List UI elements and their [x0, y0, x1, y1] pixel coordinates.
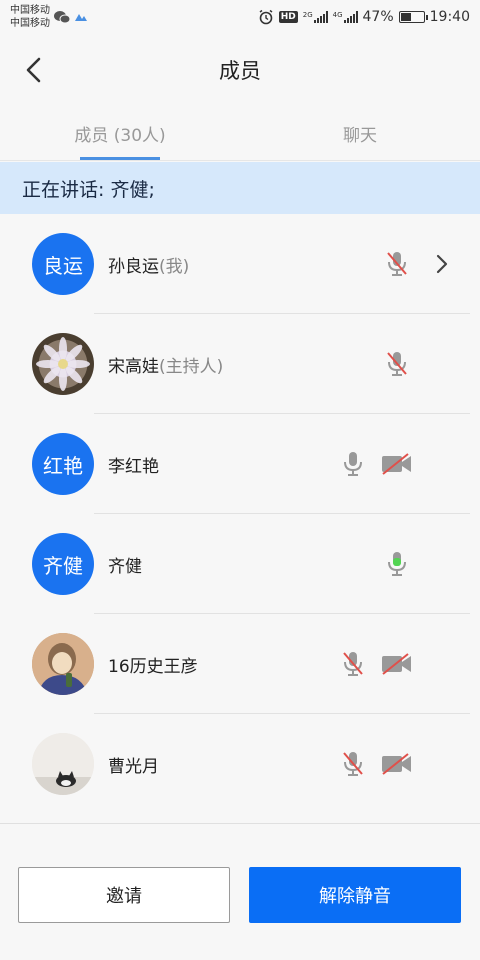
- member-name-text: 宋高娃: [108, 357, 159, 377]
- carrier-names: 中国移动 中国移动: [10, 4, 50, 30]
- status-right: HD 2G 4G 47% 19:40: [258, 9, 470, 25]
- signal-icon: [343, 11, 358, 23]
- speaking-text: 正在讲话: 齐健;: [22, 178, 155, 201]
- mic-muted-icon[interactable]: [339, 650, 367, 678]
- carrier-1: 中国移动: [10, 5, 50, 16]
- tabs-divider: [0, 160, 480, 161]
- member-row[interactable]: 良运 孙良运(我): [0, 214, 480, 314]
- status-bar: 中国移动 中国移动 HD 2G 4G 47% 19:40: [0, 0, 480, 34]
- member-row[interactable]: 齐健 齐健: [0, 514, 480, 614]
- bottom-bar: 邀请 解除静音: [0, 824, 480, 960]
- speaking-banner: 正在讲话: 齐健;: [0, 162, 480, 214]
- tab-bar: 成员 (30人) 聊天: [0, 106, 480, 160]
- member-name-text: 16历史王彦: [108, 657, 198, 677]
- tab-members[interactable]: 成员 (30人): [0, 106, 240, 160]
- camera-off-icon[interactable]: [380, 650, 414, 678]
- member-role: (主持人): [159, 357, 224, 377]
- tab-chat[interactable]: 聊天: [240, 106, 480, 160]
- avatar-cartoon-photo: [32, 633, 94, 695]
- camera-off-icon[interactable]: [380, 450, 414, 478]
- chevron-right-icon[interactable]: [428, 250, 456, 278]
- member-row[interactable]: 16历史王彦: [0, 614, 480, 714]
- member-row[interactable]: 宋高娃(主持人): [0, 314, 480, 414]
- member-name: 李红艳: [108, 452, 159, 477]
- header: 成员: [0, 34, 480, 106]
- member-name-text: 曹光月: [108, 757, 159, 777]
- network-2g-label: 2G: [302, 11, 313, 19]
- battery-icon: [398, 11, 428, 23]
- battery-percent: 47%: [362, 9, 394, 25]
- member-name-text: 孙良运: [108, 257, 159, 277]
- chevron-left-icon: [26, 57, 41, 83]
- mic-icon[interactable]: [339, 450, 367, 478]
- page-title: 成员: [219, 59, 261, 83]
- cloud-icon: [75, 14, 87, 21]
- member-name: 曹光月: [108, 752, 159, 777]
- member-name: 宋高娃(主持人): [108, 352, 223, 377]
- member-name: 孙良运(我): [108, 252, 189, 277]
- network-4g-label: 4G: [332, 11, 343, 19]
- member-name-text: 李红艳: [108, 457, 159, 477]
- status-left: 中国移动 中国移动: [10, 4, 88, 30]
- carrier-2: 中国移动: [10, 18, 50, 29]
- avatar-flower-photo: [32, 333, 94, 395]
- clock: 19:40: [429, 9, 470, 25]
- hd-badge: HD: [278, 11, 298, 23]
- mic-muted-icon[interactable]: [383, 350, 411, 378]
- signal-icon: [313, 11, 328, 23]
- wechat-icon: [54, 11, 70, 24]
- network-4g: 4G: [333, 11, 358, 23]
- member-row[interactable]: 红艳 李红艳: [0, 414, 480, 514]
- member-list: 良运 孙良运(我) 宋高娃(主持人) 红艳 李红艳 齐健 齐健 16历史王彦 曹…: [0, 214, 480, 814]
- back-button[interactable]: [16, 52, 52, 88]
- avatar: 齐健: [32, 533, 94, 595]
- unmute-button[interactable]: 解除静音: [249, 867, 461, 923]
- alarm-icon: [259, 9, 273, 25]
- member-name: 齐健: [108, 552, 142, 577]
- member-name: 16历史王彦: [108, 652, 198, 677]
- mic-speaking-icon[interactable]: [383, 550, 411, 578]
- invite-button[interactable]: 邀请: [18, 867, 230, 923]
- member-row[interactable]: 曹光月: [0, 714, 480, 814]
- member-name-text: 齐健: [108, 557, 142, 577]
- avatar-cat-photo: [32, 733, 94, 795]
- mic-muted-icon[interactable]: [383, 250, 411, 278]
- mic-muted-icon[interactable]: [339, 750, 367, 778]
- avatar: 红艳: [32, 433, 94, 495]
- avatar: 良运: [32, 233, 94, 295]
- camera-off-icon[interactable]: [380, 750, 414, 778]
- network-2g: 2G: [303, 11, 328, 23]
- member-role: (我): [159, 257, 190, 277]
